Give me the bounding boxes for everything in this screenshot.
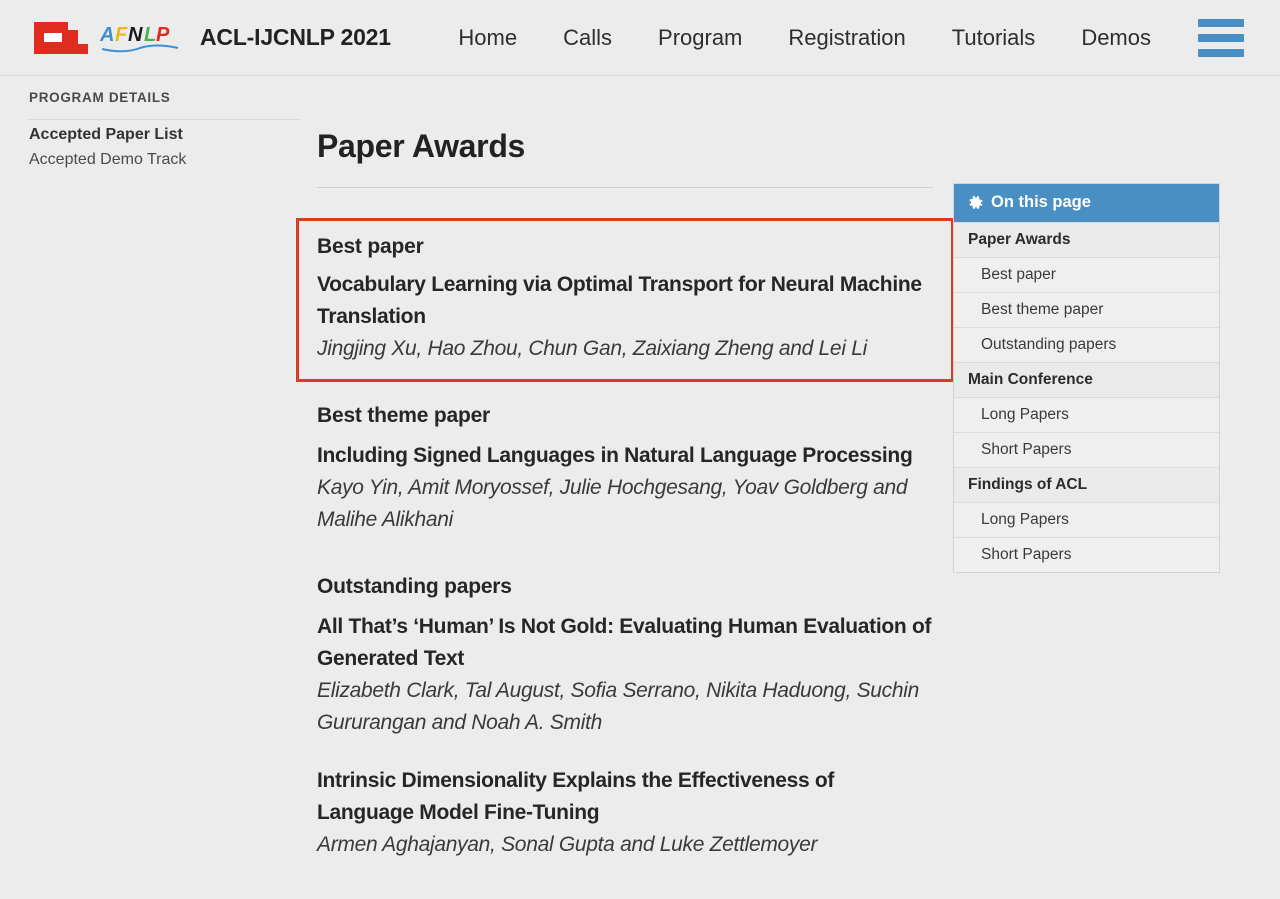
- svg-text:A: A: [100, 24, 114, 46]
- nav-link-demos[interactable]: Demos: [1058, 25, 1174, 51]
- gear-icon: [968, 195, 984, 211]
- nav-link-tutorials[interactable]: Tutorials: [929, 25, 1059, 51]
- sidebar-item-accepted-demo-track[interactable]: Accepted Demo Track: [29, 145, 299, 170]
- paper-entry: Vocabulary Learning via Optimal Transpor…: [317, 269, 933, 365]
- nav-link-calls[interactable]: Calls: [540, 25, 635, 51]
- nav-link-home[interactable]: Home: [435, 25, 540, 51]
- paper-authors: Elizabeth Clark, Tal August, Sofia Serra…: [317, 679, 919, 735]
- hamburger-bar-3: [1198, 48, 1244, 57]
- svg-text:F: F: [115, 24, 128, 46]
- paper-entry: Intrinsic Dimensionality Explains the Ef…: [317, 765, 933, 861]
- toc-item-main-short-papers[interactable]: Short Papers: [954, 432, 1219, 467]
- acl-logo-icon: [34, 20, 88, 56]
- site-brand[interactable]: A F N L P ACL-IJCNLP 2021: [34, 20, 391, 56]
- toc-item-findings-short-papers[interactable]: Short Papers: [954, 537, 1219, 572]
- afnlp-logo-icon: A F N L P: [100, 21, 182, 55]
- paper-authors: Jingjing Xu, Hao Zhou, Chun Gan, Zaixian…: [317, 336, 867, 360]
- toc-item-best-paper[interactable]: Best paper: [954, 257, 1219, 292]
- primary-nav: Home Calls Program Registration Tutorial…: [435, 17, 1244, 59]
- award-label: Best theme paper: [317, 403, 491, 427]
- top-navigation-bar: A F N L P ACL-IJCNLP 2021 Home Calls Pro…: [0, 0, 1280, 76]
- nav-link-program[interactable]: Program: [635, 25, 765, 51]
- paper-authors: Kayo Yin, Amit Moryossef, Julie Hochgesa…: [317, 475, 908, 531]
- nav-link-registration[interactable]: Registration: [765, 25, 928, 51]
- paper-entry: All That’s ‘Human’ Is Not Gold: Evaluati…: [317, 611, 933, 739]
- toc-group-paper-awards[interactable]: Paper Awards: [954, 222, 1219, 257]
- hamburger-menu-icon[interactable]: [1198, 17, 1244, 59]
- toc-header[interactable]: On this page: [954, 184, 1219, 222]
- svg-text:P: P: [156, 24, 170, 46]
- sidebar-item-accepted-paper-list[interactable]: Accepted Paper List: [29, 120, 299, 145]
- hamburger-bar-1: [1198, 18, 1244, 27]
- page-body: PROGRAM DETAILS Accepted Paper List Acce…: [0, 76, 1280, 898]
- award-section-best-theme-paper: Best theme paper Including Signed Langua…: [317, 404, 933, 536]
- toc-group-main-conference[interactable]: Main Conference: [954, 362, 1219, 397]
- toc-item-main-long-papers[interactable]: Long Papers: [954, 397, 1219, 432]
- toc-item-best-theme-paper[interactable]: Best theme paper: [954, 292, 1219, 327]
- toc-header-label: On this page: [991, 193, 1091, 211]
- site-title: ACL-IJCNLP 2021: [200, 24, 391, 50]
- paper-entry: Including Signed Languages in Natural La…: [317, 440, 933, 536]
- main-content: Paper Awards Best paper Vocabulary Learn…: [296, 76, 954, 861]
- award-section-outstanding-papers: Outstanding papers All That’s ‘Human’ Is…: [317, 575, 933, 860]
- hamburger-bar-2: [1198, 33, 1244, 42]
- svg-text:L: L: [144, 24, 156, 46]
- toc-group-findings-of-acl[interactable]: Findings of ACL: [954, 467, 1219, 502]
- toc-item-findings-long-papers[interactable]: Long Papers: [954, 502, 1219, 537]
- award-label: Outstanding papers: [317, 575, 512, 599]
- left-sidebar-heading: PROGRAM DETAILS: [29, 90, 299, 120]
- on-this-page-toc: On this page Paper Awards Best paper Bes…: [953, 183, 1220, 573]
- title-divider: [317, 187, 933, 188]
- paper-authors: Armen Aghajanyan, Sonal Gupta and Luke Z…: [317, 832, 818, 856]
- paper-title: Including Signed Languages in Natural La…: [317, 443, 913, 467]
- left-sidebar: PROGRAM DETAILS Accepted Paper List Acce…: [29, 90, 299, 170]
- paper-title: Vocabulary Learning via Optimal Transpor…: [317, 273, 922, 328]
- award-label: Best paper: [317, 235, 424, 258]
- paper-title: Intrinsic Dimensionality Explains the Ef…: [317, 769, 835, 824]
- toc-item-outstanding-papers[interactable]: Outstanding papers: [954, 327, 1219, 362]
- award-section-best-paper: Best paper Vocabulary Learning via Optim…: [296, 218, 954, 382]
- svg-text:N: N: [128, 24, 143, 46]
- paper-title: All That’s ‘Human’ Is Not Gold: Evaluati…: [317, 615, 932, 671]
- page-title: Paper Awards: [317, 128, 526, 164]
